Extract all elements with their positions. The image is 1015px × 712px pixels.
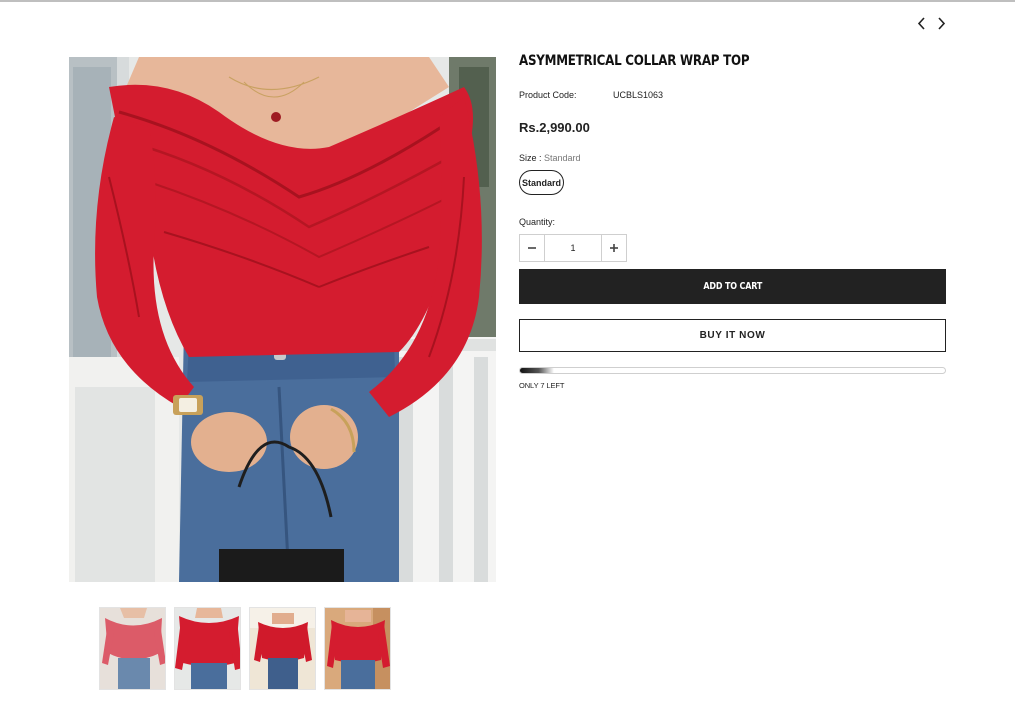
add-to-cart-label: ADD TO CART (703, 281, 762, 292)
top-divider (0, 0, 1015, 2)
product-nav (914, 13, 948, 33)
plus-icon (610, 244, 618, 252)
thumbnail-2[interactable] (174, 607, 241, 690)
chevron-left-icon (917, 16, 925, 30)
chevron-right-icon (937, 16, 945, 30)
thumbnail-gallery (99, 607, 391, 690)
minus-icon (528, 247, 536, 249)
size-option-standard[interactable]: Standard (519, 170, 564, 195)
thumbnail-1[interactable] (99, 607, 166, 690)
product-code-label: Product Code: (519, 90, 577, 100)
quantity-input[interactable] (544, 235, 602, 261)
main-product-image[interactable] (69, 57, 496, 582)
product-title: ASYMMETRICAL COLLAR WRAP TOP (519, 53, 750, 69)
stock-progress-bar (519, 367, 946, 374)
quantity-decrease-button[interactable] (520, 235, 544, 261)
buy-it-now-button[interactable]: BUY IT NOW (519, 319, 946, 352)
quantity-label: Quantity: (519, 217, 556, 227)
product-code-value: UCBLS1063 (613, 90, 664, 100)
size-row: Size : Standard (519, 153, 581, 163)
size-label: Size : (519, 153, 545, 163)
quantity-stepper (519, 234, 627, 262)
thumbnail-4[interactable] (324, 607, 391, 690)
thumbnail-3[interactable] (249, 607, 316, 690)
add-to-cart-button[interactable]: ADD TO CART (519, 269, 946, 304)
size-selected-value: Standard (544, 153, 581, 163)
product-code-row: Product Code: UCBLS1063 (519, 90, 663, 100)
stock-progress-fill (520, 368, 554, 373)
prev-product-button[interactable] (914, 13, 928, 33)
product-price: Rs.2,990.00 (519, 120, 590, 135)
stock-remaining-text: ONLY 7 LEFT (519, 381, 565, 390)
next-product-button[interactable] (934, 13, 948, 33)
quantity-increase-button[interactable] (602, 235, 626, 261)
